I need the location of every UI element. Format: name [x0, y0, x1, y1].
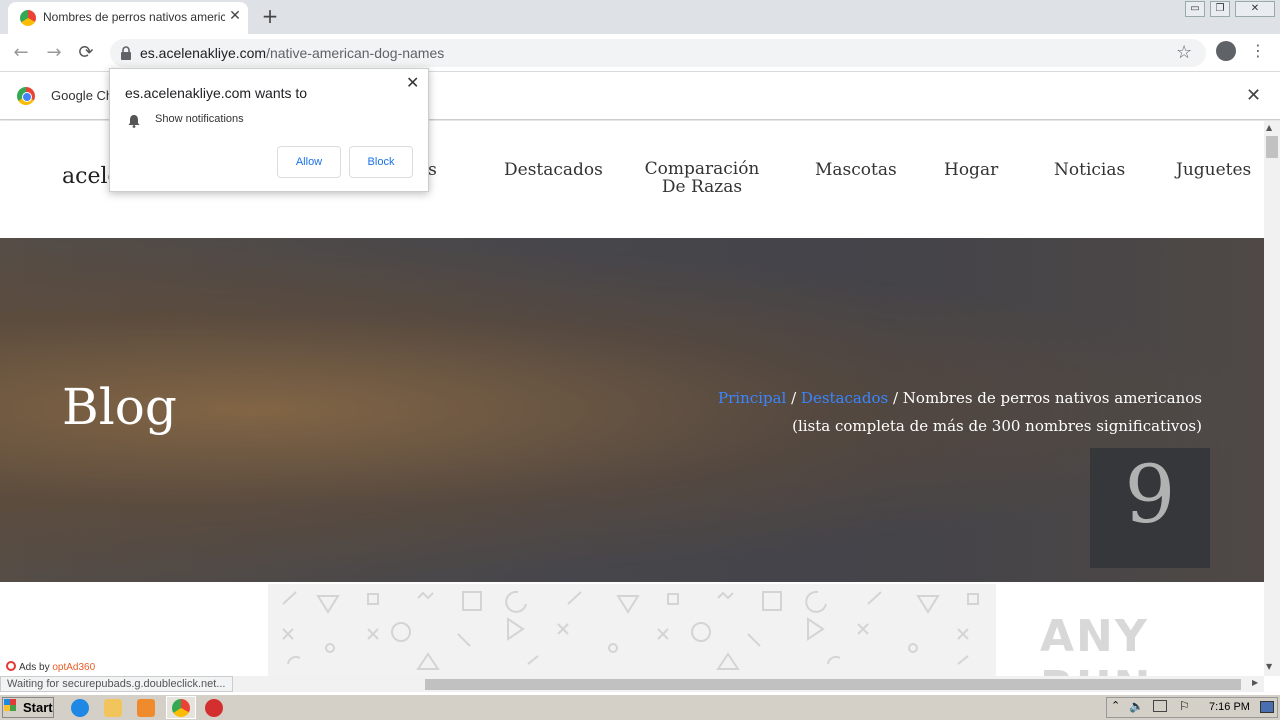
- anyrun-watermark: ANY RUN: [1040, 611, 1150, 676]
- breadcrumb: Principal / Destacados / Nombres de perr…: [700, 384, 1202, 440]
- tab-strip: Nombres de perros nativos americanos ✕ +…: [0, 0, 1280, 34]
- tray-expand-icon[interactable]: ⌃: [1111, 699, 1120, 712]
- allow-button[interactable]: Allow: [277, 146, 341, 178]
- vertical-scroll-thumb[interactable]: [1266, 136, 1278, 158]
- windows-logo-icon: [4, 699, 16, 711]
- menu-icon[interactable]: ⋮: [1250, 41, 1266, 60]
- chrome-taskbar-icon: [172, 699, 190, 717]
- popup-title: es.acelenakliye.com wants to: [125, 85, 308, 101]
- horizontal-scroll-thumb[interactable]: [425, 679, 1241, 690]
- vertical-scrollbar[interactable]: [1264, 121, 1280, 676]
- forward-icon[interactable]: →: [43, 42, 65, 64]
- ads-brand-link[interactable]: optAd360: [52, 662, 95, 673]
- window-close-button[interactable]: ✕: [1235, 1, 1275, 17]
- media-player-icon[interactable]: [137, 699, 155, 717]
- ad-banner[interactable]: [268, 584, 996, 676]
- web-page: acele as Destacados Comparación De Razas…: [0, 121, 1264, 676]
- profile-icon[interactable]: [1216, 41, 1236, 61]
- security-app-icon[interactable]: [205, 699, 223, 717]
- network-icon[interactable]: [1153, 700, 1167, 712]
- hero-photo-number: 9: [1090, 448, 1210, 568]
- infobar-close-icon[interactable]: ✕: [1246, 85, 1261, 106]
- flag-icon[interactable]: ⚐: [1179, 699, 1190, 713]
- scroll-up-icon[interactable]: ▲: [1266, 123, 1272, 132]
- ie-icon[interactable]: [71, 699, 89, 717]
- clock: 7:16 PM: [1209, 701, 1250, 713]
- ads-prefix: Ads by: [19, 662, 53, 673]
- infobar-text: Google Ch: [51, 88, 114, 103]
- bookmark-star-icon[interactable]: ☆: [1176, 42, 1192, 63]
- new-tab-button[interactable]: +: [258, 5, 282, 29]
- show-desktop-icon[interactable]: [1260, 701, 1274, 713]
- chrome-icon: [17, 87, 35, 105]
- block-button[interactable]: Block: [349, 146, 413, 178]
- notification-permission-popup: es.acelenakliye.com wants to ✕ Show noti…: [109, 68, 429, 192]
- permission-label: Show notifications: [155, 113, 244, 125]
- url-path: /native-american-dog-names: [266, 45, 445, 61]
- address-bar[interactable]: es.acelenakliye.com/native-american-dog-…: [110, 39, 1206, 67]
- browser-toolbar: ← → ⟳ es.acelenakliye.com/native-america…: [0, 34, 1280, 72]
- volume-icon[interactable]: 🔈: [1129, 699, 1144, 713]
- scroll-right-icon[interactable]: ▶: [1252, 678, 1258, 687]
- ads-attribution[interactable]: Ads by optAd360: [6, 661, 95, 673]
- popup-close-icon[interactable]: ✕: [406, 73, 419, 92]
- folder-icon[interactable]: [104, 699, 122, 717]
- url-text[interactable]: es.acelenakliye.com/native-american-dog-…: [140, 45, 444, 61]
- maximize-button[interactable]: ❐: [1210, 1, 1230, 17]
- scroll-down-icon[interactable]: ▼: [1266, 662, 1272, 671]
- tab-close-icon[interactable]: ✕: [226, 7, 244, 25]
- hero-banner: 9 Blog Principal / Destacados / Nombres …: [0, 238, 1264, 582]
- favicon-icon: [20, 10, 36, 26]
- browser-tab[interactable]: Nombres de perros nativos americanos ✕: [8, 2, 248, 34]
- ads-logo-icon: [6, 661, 16, 671]
- breadcrumb-separator: /: [791, 389, 797, 407]
- nav-item-mascotas[interactable]: Mascotas: [815, 160, 897, 180]
- page-title: Blog: [62, 378, 177, 436]
- nav-item-comparacion[interactable]: Comparación De Razas: [640, 160, 764, 196]
- nav-item-juguetes[interactable]: Juguetes: [1176, 160, 1251, 180]
- nav-item-noticias[interactable]: Noticias: [1054, 160, 1125, 180]
- minimize-button[interactable]: ▭: [1185, 1, 1205, 17]
- taskbar: Start ⌃ 🔈 ⚐ 7:16 PM: [0, 694, 1280, 720]
- bell-icon: [128, 115, 140, 128]
- breadcrumb-section-link[interactable]: Destacados: [801, 389, 888, 407]
- reload-icon[interactable]: ⟳: [75, 42, 97, 64]
- nav-item-hogar[interactable]: Hogar: [944, 160, 998, 180]
- url-host: es.acelenakliye.com: [140, 45, 267, 61]
- back-icon[interactable]: ←: [10, 42, 32, 64]
- lock-icon[interactable]: [120, 46, 132, 60]
- nav-item-destacados[interactable]: Destacados: [504, 160, 603, 180]
- tab-title: Nombres de perros nativos americanos: [43, 10, 225, 24]
- breadcrumb-separator: /: [892, 389, 899, 407]
- pattern-graphic: [282, 590, 979, 670]
- breadcrumb-home-link[interactable]: Principal: [718, 389, 786, 407]
- status-bar: Waiting for securepubads.g.doubleclick.n…: [0, 676, 233, 692]
